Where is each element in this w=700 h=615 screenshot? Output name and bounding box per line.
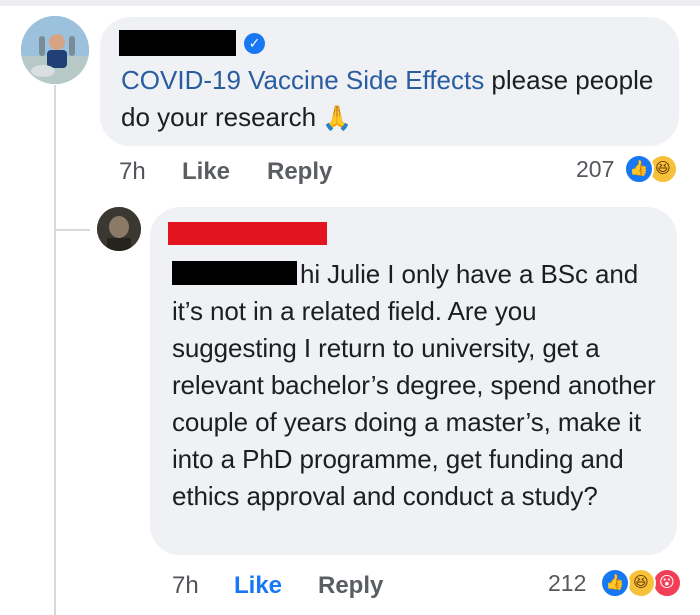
- avatar[interactable]: [21, 16, 89, 84]
- comment-text-rest: and it’s not in a related field. Are you…: [172, 259, 656, 511]
- profile-photo: [21, 16, 89, 84]
- redacted-name: [168, 222, 327, 245]
- verified-badge-icon: ✓: [244, 33, 265, 54]
- thread-line: [54, 85, 56, 615]
- comment-first-line: hi Julie I only have a BSc: [300, 259, 588, 289]
- reply-button[interactable]: Reply: [318, 572, 383, 600]
- reaction-count[interactable]: 212: [548, 570, 586, 597]
- reaction-count[interactable]: 207: [576, 156, 614, 183]
- thread-branch: [54, 229, 90, 231]
- link-text[interactable]: COVID-19 Vaccine Side Effects: [121, 65, 484, 95]
- timestamp[interactable]: 7h: [119, 158, 146, 186]
- top-divider: [0, 0, 700, 6]
- avatar[interactable]: [97, 207, 141, 251]
- comment-text: hi Julie I only have a BSc and it’s not …: [172, 256, 662, 515]
- like-reaction-icon: 👍: [624, 154, 654, 184]
- wow-reaction-icon: 😮: [652, 568, 682, 598]
- like-reaction-icon: 👍: [600, 568, 630, 598]
- like-button[interactable]: Like: [182, 158, 230, 186]
- reply-button[interactable]: Reply: [267, 158, 332, 186]
- haha-reaction-icon: 😆: [626, 568, 656, 598]
- comment-text: COVID-19 Vaccine Side Effects please peo…: [121, 62, 661, 137]
- timestamp[interactable]: 7h: [172, 572, 199, 600]
- like-button[interactable]: Like: [234, 572, 282, 600]
- pray-emoji-icon: 🙏: [322, 105, 352, 132]
- profile-photo: [97, 207, 141, 251]
- redacted-name: [119, 30, 236, 56]
